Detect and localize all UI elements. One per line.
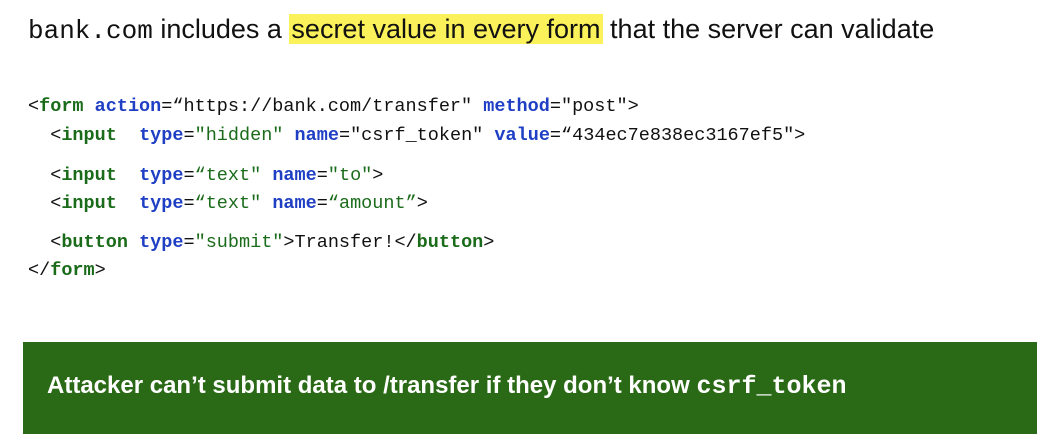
code-value: "hidden": [194, 125, 284, 146]
code-value: “434ec7e838ec3167ef5": [561, 125, 795, 146]
code-line-hidden-input: <input type="hidden" name="csrf_token" v…: [28, 125, 805, 146]
code-punct: =: [549, 96, 561, 117]
code-punct: <: [50, 193, 62, 214]
code-punct: >: [794, 125, 806, 146]
code-tag: input: [61, 125, 117, 146]
code-value: “text": [194, 165, 262, 186]
code-tag: form: [39, 96, 84, 117]
heading-text-2: that the server can validate: [602, 14, 935, 44]
code-punct: >: [372, 165, 384, 186]
code-value: "csrf_token": [350, 125, 484, 146]
code-punct: <: [50, 125, 62, 146]
code-value: "to": [327, 165, 373, 186]
code-punct: =: [183, 165, 195, 186]
code-value: “amount”: [327, 193, 417, 214]
code-punct: >: [94, 260, 106, 281]
code-line-amount-input: <input type=“text" name=“amount”>: [28, 193, 428, 214]
code-value: “text": [194, 193, 262, 214]
code-attr: name: [272, 165, 317, 186]
code-punct: =: [183, 125, 195, 146]
code-line-submit-button: <button type="submit">Transfer!</button>: [28, 232, 494, 253]
code-value: "submit": [194, 232, 284, 253]
code-tag: input: [61, 193, 117, 214]
code-punct: =: [161, 96, 173, 117]
code-punct: <: [50, 165, 62, 186]
slide-heading: bank.com includes a secret value in ever…: [28, 14, 934, 46]
code-tag: button: [61, 232, 128, 253]
domain-name: bank.com: [28, 16, 153, 46]
code-punct: =: [183, 193, 195, 214]
code-punct: =: [316, 165, 328, 186]
code-tag: button: [416, 232, 484, 253]
code-punct: <: [50, 232, 62, 253]
code-attr: value: [494, 125, 550, 146]
code-punct: =: [316, 193, 328, 214]
code-tag: input: [61, 165, 117, 186]
code-punct: =: [549, 125, 562, 146]
code-attr: action: [94, 96, 162, 117]
callout-banner: Attacker can’t submit data to /transfer …: [23, 342, 1037, 434]
code-attr: name: [272, 193, 317, 214]
code-line-form-open: <form action=“https://bank.com/transfer"…: [28, 96, 639, 117]
code-value: "post": [560, 96, 628, 117]
html-code-block: <form action=“https://bank.com/transfer"…: [28, 96, 805, 348]
code-text: >Transfer!</: [283, 232, 417, 253]
code-punct: =: [338, 125, 351, 146]
code-punct: =: [183, 232, 195, 253]
highlighted-phrase: secret value in every form: [289, 14, 603, 44]
code-attr: type: [139, 193, 184, 214]
callout-text: Attacker can’t submit data to /transfer …: [47, 372, 846, 401]
code-punct: >: [416, 193, 428, 214]
code-attr: type: [139, 125, 184, 146]
code-punct: >: [627, 96, 639, 117]
code-line-to-input: <input type=“text" name="to">: [28, 165, 383, 186]
heading-text-1: includes a: [152, 14, 290, 44]
code-punct: </: [28, 260, 51, 281]
code-attr: method: [483, 96, 550, 117]
callout-code: csrf_token: [696, 372, 847, 401]
code-value: “https://bank.com/transfer": [172, 96, 473, 117]
code-attr: type: [139, 232, 184, 253]
callout-message: Attacker can’t submit data to /transfer …: [47, 372, 697, 399]
code-punct: <: [28, 96, 40, 117]
code-punct: >: [483, 232, 495, 253]
code-attr: name: [294, 125, 339, 146]
code-attr: type: [139, 165, 184, 186]
code-line-form-close: </form>: [28, 260, 106, 281]
code-tag: form: [50, 260, 95, 281]
